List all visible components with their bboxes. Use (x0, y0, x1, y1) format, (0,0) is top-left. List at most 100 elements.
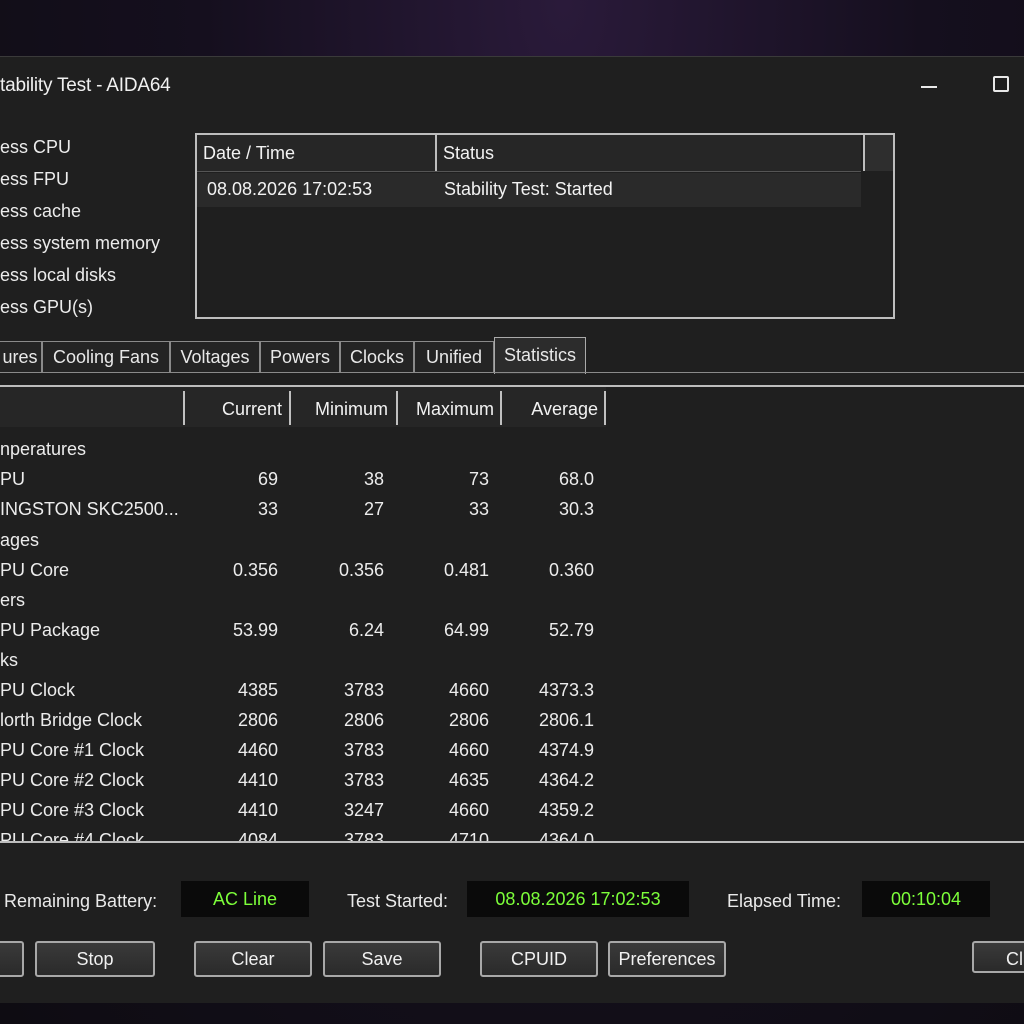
stat-group-name: ks (0, 650, 18, 670)
column-divider[interactable] (289, 391, 291, 425)
stat-minimum: 3783 (343, 830, 384, 843)
stat-group-name: ers (0, 590, 26, 610)
minimize-icon[interactable] (916, 71, 946, 101)
stat-row[interactable]: PU Core #4 Clock 4084 3783 4710 4364.0 (0, 824, 1024, 843)
stat-row[interactable]: PU Core #3 Clock 4410 3247 4660 4359.2 (0, 794, 1024, 824)
option-stress-memory[interactable]: ess system memory (0, 233, 160, 254)
stat-row[interactable]: PU Core #1 Clock 4460 3783 4660 4374.9 (0, 734, 1024, 764)
stat-row-name: PU Package (0, 620, 101, 640)
start-button[interactable] (0, 941, 24, 977)
stat-maximum: 2806 (448, 710, 489, 730)
tab-divider (0, 372, 1024, 373)
stat-average: 4364.2 (538, 770, 594, 790)
test-started-label: Test Started: (347, 891, 449, 911)
log-column-divider[interactable] (435, 135, 437, 171)
option-stress-gpu[interactable]: ess GPU(s) (0, 297, 93, 318)
stability-test-window: tability Test - AIDA64 ess CPU ess FPU e… (0, 56, 1024, 1003)
statistics-table: Current Minimum Maximum Average nperatur… (0, 385, 1024, 843)
header-average[interactable]: Average (508, 399, 598, 420)
maximize-icon[interactable] (988, 71, 1018, 101)
stat-row[interactable]: PU 69 38 73 68.0 (0, 463, 1024, 493)
stat-minimum: 0.356 (338, 560, 384, 580)
tab-voltages[interactable]: Voltages (170, 341, 260, 372)
stat-minimum: 3783 (343, 770, 384, 790)
stat-group-name: nperatures (0, 439, 87, 459)
log-row-status: Stability Test: Started (444, 179, 613, 199)
stat-row[interactable]: lorth Bridge Clock 2806 2806 2806 2806.1 (0, 704, 1024, 734)
tab-powers[interactable]: Powers (260, 341, 340, 372)
save-button[interactable]: Save (323, 941, 441, 977)
stat-row-name: INGSTON SKC2500... (0, 499, 179, 519)
stat-minimum: 3783 (343, 680, 384, 700)
stat-row-name: PU Core #1 Clock (0, 740, 145, 760)
column-divider[interactable] (604, 391, 606, 425)
tab-cooling-fans[interactable]: Cooling Fans (42, 341, 170, 372)
column-divider[interactable] (183, 391, 185, 425)
stat-row[interactable]: PU Core #2 Clock 4410 3783 4635 4364.2 (0, 764, 1024, 794)
stat-average: 68.0 (558, 469, 594, 489)
stat-average: 4364.0 (538, 830, 594, 843)
stat-current: 0.356 (232, 560, 278, 580)
stat-current: 4084 (237, 830, 278, 843)
stat-row[interactable]: PU Core 0.356 0.356 0.481 0.360 (0, 554, 1024, 584)
tab-unified[interactable]: Unified (414, 341, 494, 372)
column-divider[interactable] (500, 391, 502, 425)
stat-row-name: PU Core (0, 560, 70, 580)
stat-current: 4460 (237, 740, 278, 760)
stat-row[interactable]: PU Package 53.99 6.24 64.99 52.79 (0, 614, 1024, 644)
log-scrollbar[interactable] (863, 135, 893, 171)
stat-row[interactable]: INGSTON SKC2500... 33 27 33 30.3 (0, 493, 1024, 523)
stat-minimum: 6.24 (348, 620, 384, 640)
stat-maximum: 73 (468, 469, 489, 489)
header-minimum[interactable]: Minimum (296, 399, 388, 420)
column-divider[interactable] (396, 391, 398, 425)
stat-current: 2806 (237, 710, 278, 730)
preferences-button[interactable]: Preferences (608, 941, 726, 977)
option-stress-fpu[interactable]: ess FPU (0, 169, 69, 190)
stat-maximum: 0.481 (443, 560, 489, 580)
stat-maximum: 4660 (448, 680, 489, 700)
stat-maximum: 4660 (448, 800, 489, 820)
option-stress-cache[interactable]: ess cache (0, 201, 81, 222)
stop-button[interactable]: Stop (35, 941, 155, 977)
stat-group-header[interactable]: ks (0, 644, 1024, 674)
log-header: Date / Time Status (197, 135, 861, 172)
stat-row[interactable]: PU Clock 4385 3783 4660 4373.3 (0, 674, 1024, 704)
stat-group-header[interactable]: ers (0, 584, 1024, 614)
statistics-header: Current Minimum Maximum Average (0, 387, 606, 427)
stat-current: 69 (257, 469, 278, 489)
option-stress-disks[interactable]: ess local disks (0, 265, 116, 286)
status-bar: Remaining Battery: AC Line Test Started:… (0, 877, 1024, 917)
stat-maximum: 4660 (448, 740, 489, 760)
stat-group-header[interactable]: ages (0, 524, 1024, 554)
clear-button[interactable]: Clear (194, 941, 312, 977)
stat-current: 33 (257, 499, 278, 519)
tab-bar: ures Cooling Fans Voltages Powers Clocks… (0, 337, 1024, 374)
battery-label: Remaining Battery: (4, 891, 158, 911)
close-button[interactable]: Cl (972, 941, 1024, 973)
option-stress-cpu[interactable]: ess CPU (0, 137, 71, 158)
stat-current: 4410 (237, 770, 278, 790)
log-header-datetime[interactable]: Date / Time (203, 143, 295, 164)
tab-temperatures[interactable]: ures (0, 341, 42, 372)
stat-minimum: 3783 (343, 740, 384, 760)
stat-maximum: 64.99 (443, 620, 489, 640)
stat-average: 4359.2 (538, 800, 594, 820)
stat-group-name: ages (0, 530, 40, 550)
stat-average: 4373.3 (538, 680, 594, 700)
title-bar: tability Test - AIDA64 (0, 57, 1024, 115)
stat-group-header[interactable]: nperatures (0, 433, 1024, 463)
header-maximum[interactable]: Maximum (402, 399, 494, 420)
stat-current: 53.99 (232, 620, 278, 640)
log-header-status[interactable]: Status (443, 143, 494, 164)
elapsed-time-label: Elapsed Time: (727, 891, 842, 911)
tab-clocks[interactable]: Clocks (340, 341, 414, 372)
cpuid-button[interactable]: CPUID (480, 941, 598, 977)
stat-average: 52.79 (548, 620, 594, 640)
stat-row-name: PU Clock (0, 680, 76, 700)
log-row-time: 08.08.2026 17:02:53 (207, 179, 373, 199)
header-current[interactable]: Current (200, 399, 282, 420)
stat-average: 0.360 (548, 560, 594, 580)
log-row[interactable]: 08.08.2026 17:02:53 Stability Test: Star… (197, 173, 861, 207)
tab-statistics[interactable]: Statistics (494, 337, 586, 374)
